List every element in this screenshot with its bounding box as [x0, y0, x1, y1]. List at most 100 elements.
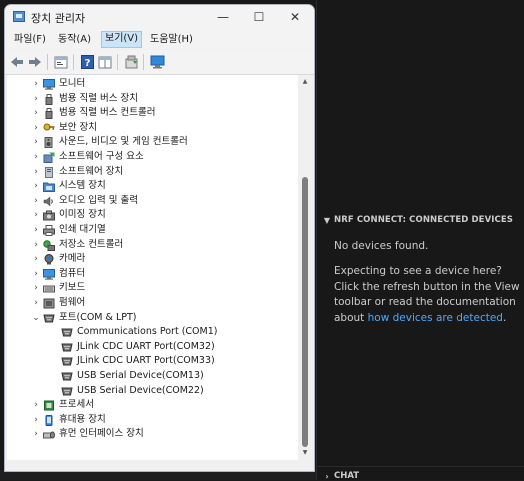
device-label: 모니터	[59, 78, 86, 89]
expand-chevron-icon[interactable]: ›	[31, 135, 41, 150]
device-category-row[interactable]: › 시스템 장치	[7, 179, 298, 194]
device-category-row[interactable]: › 컴퓨터	[7, 267, 298, 282]
nrf-connected-devices-header[interactable]: ▼ NRF CONNECT: CONNECTED DEVICES	[322, 213, 522, 227]
expand-chevron-icon[interactable]: ›	[31, 281, 41, 296]
expand-chevron-icon[interactable]: ›	[31, 92, 41, 107]
device-category-row[interactable]: › 카메라	[7, 252, 298, 267]
security-key-icon	[43, 123, 55, 134]
hid-icon	[43, 429, 55, 440]
device-row[interactable]: Communications Port (COM1)	[7, 325, 298, 340]
close-button[interactable]: ✕	[277, 5, 313, 29]
horizontal-scrollbar[interactable]	[7, 460, 312, 471]
device-category-row[interactable]: › 모니터	[7, 77, 298, 92]
properties-icon[interactable]	[53, 54, 69, 70]
expand-chevron-icon[interactable]: ›	[31, 267, 41, 282]
menu-action[interactable]: 동작(A)	[55, 32, 94, 47]
device-category-row[interactable]: › 사운드, 비디오 및 게임 컨트롤러	[7, 135, 298, 150]
update-driver-icon[interactable]	[123, 54, 139, 70]
menu-bar: 파일(F) 동작(A) 보기(V) 도움말(H)	[5, 29, 314, 49]
toolbar: ?	[5, 50, 314, 75]
device-label: 포트(COM & LPT)	[59, 311, 137, 323]
menu-view[interactable]: 보기(V)	[101, 31, 143, 48]
device-category-row[interactable]: › 펌웨어	[7, 296, 298, 311]
no-devices-message: No devices found.	[334, 240, 429, 252]
firmware-icon	[43, 298, 55, 309]
device-label: Communications Port (COM1)	[77, 326, 218, 338]
help-icon[interactable]: ?	[79, 54, 95, 70]
device-category-row[interactable]: › 보안 장치	[7, 121, 298, 136]
device-category-row[interactable]: › 휴대용 장치	[7, 413, 298, 428]
system-folder-icon	[43, 181, 55, 193]
device-hint-message: Expecting to see a device here? Click th…	[334, 265, 520, 324]
device-category-row[interactable]: › 이미징 장치	[7, 208, 298, 223]
scrollbar-thumb[interactable]	[302, 177, 308, 447]
maximize-button[interactable]: ☐	[241, 5, 277, 29]
expand-chevron-icon[interactable]: ›	[31, 296, 41, 311]
port-icon	[61, 327, 73, 338]
device-category-row[interactable]: › 저장소 컨트롤러	[7, 238, 298, 253]
device-row[interactable]: JLink CDC UART Port(COM32)	[7, 340, 298, 355]
component-icon	[43, 152, 55, 163]
expand-chevron-icon[interactable]: ›	[31, 413, 41, 428]
device-category-row[interactable]: › 범용 직렬 버스 컨트롤러	[7, 106, 298, 121]
expand-chevron-icon[interactable]: ›	[31, 77, 41, 92]
title-bar[interactable]: 장치 관리자 — ☐ ✕	[5, 5, 314, 29]
device-label: 시스템 장치	[59, 180, 106, 192]
monitor-icon[interactable]	[149, 54, 165, 70]
device-category-row[interactable]: › 인쇄 대기열	[7, 223, 298, 238]
collapse-chevron-icon[interactable]: ⌄	[31, 311, 41, 326]
expand-chevron-icon[interactable]: ›	[31, 427, 41, 442]
toolbar-separator	[117, 54, 118, 70]
expand-chevron-icon[interactable]: ›	[31, 252, 41, 267]
device-label: 인쇄 대기열	[59, 224, 106, 235]
grid-icon[interactable]	[97, 54, 113, 70]
device-label: 컴퓨터	[59, 267, 86, 279]
device-category-row[interactable]: › 소프트웨어 구성 요소	[7, 150, 298, 165]
monitor-icon	[43, 79, 55, 90]
device-row[interactable]: JLink CDC UART Port(COM33)	[7, 354, 298, 369]
expand-chevron-icon[interactable]: ›	[31, 150, 41, 165]
device-category-row[interactable]: › 소프트웨어 장치	[7, 165, 298, 180]
menu-file[interactable]: 파일(F)	[11, 32, 49, 47]
device-tree[interactable]: › 모니터 › 범용 직렬 버스 장치 › 범용 직렬 버스 컨트롤러 › 보안 장치 › 사운드…	[7, 75, 298, 460]
back-icon[interactable]	[9, 54, 25, 70]
port-icon	[61, 342, 73, 353]
device-category-row[interactable]: › 오디오 입력 및 출력	[7, 194, 298, 209]
expand-chevron-icon[interactable]: ›	[31, 398, 41, 413]
devices-detected-link[interactable]: how devices are detected	[368, 312, 503, 324]
device-label: 소프트웨어 장치	[59, 165, 124, 177]
forward-icon[interactable]	[27, 54, 43, 70]
vertical-scrollbar[interactable]: ▲ ▼	[298, 75, 312, 460]
menu-help[interactable]: 도움말(H)	[147, 32, 196, 47]
device-category-row[interactable]: › 범용 직렬 버스 장치	[7, 92, 298, 107]
device-label: 휴대용 장치	[59, 413, 106, 425]
keyboard-icon	[43, 283, 55, 294]
expand-chevron-icon[interactable]: ›	[31, 165, 41, 180]
expand-chevron-icon[interactable]: ›	[31, 223, 41, 238]
minimize-button[interactable]: —	[205, 5, 241, 29]
device-row[interactable]: USB Serial Device(COM13)	[7, 369, 298, 384]
webcam-icon	[43, 254, 55, 265]
device-label: JLink CDC UART Port(COM32)	[77, 340, 215, 352]
device-label: JLink CDC UART Port(COM33)	[77, 355, 215, 367]
expand-chevron-icon[interactable]: ›	[31, 194, 41, 209]
device-category-row[interactable]: › 프로세서	[7, 398, 298, 413]
expand-chevron-icon[interactable]: ›	[31, 238, 41, 253]
device-row[interactable]: USB Serial Device(COM22)	[7, 384, 298, 399]
device-label: 키보드	[59, 282, 86, 294]
expand-chevron-icon[interactable]: ›	[31, 121, 41, 136]
device-category-row[interactable]: › 휴먼 인터페이스 장치	[7, 427, 298, 442]
scroll-up-icon[interactable]: ▲	[300, 77, 310, 87]
device-label: 프로세서	[59, 399, 94, 411]
device-category-row[interactable]: ⌄ 포트(COM & LPT)	[7, 311, 298, 326]
device-label: 펌웨어	[59, 297, 86, 308]
expand-chevron-icon[interactable]: ›	[31, 208, 41, 223]
device-manager-window: 장치 관리자 — ☐ ✕ 파일(F) 동작(A) 보기(V) 도움말(H) ?	[4, 4, 315, 472]
device-label: 카메라	[59, 253, 86, 265]
scroll-down-icon[interactable]: ▼	[300, 448, 310, 458]
device-category-row[interactable]: › 키보드	[7, 281, 298, 296]
port-icon	[43, 313, 55, 324]
expand-chevron-icon[interactable]: ›	[31, 106, 41, 121]
device-label: 휴먼 인터페이스 장치	[59, 428, 144, 440]
expand-chevron-icon[interactable]: ›	[31, 179, 41, 194]
